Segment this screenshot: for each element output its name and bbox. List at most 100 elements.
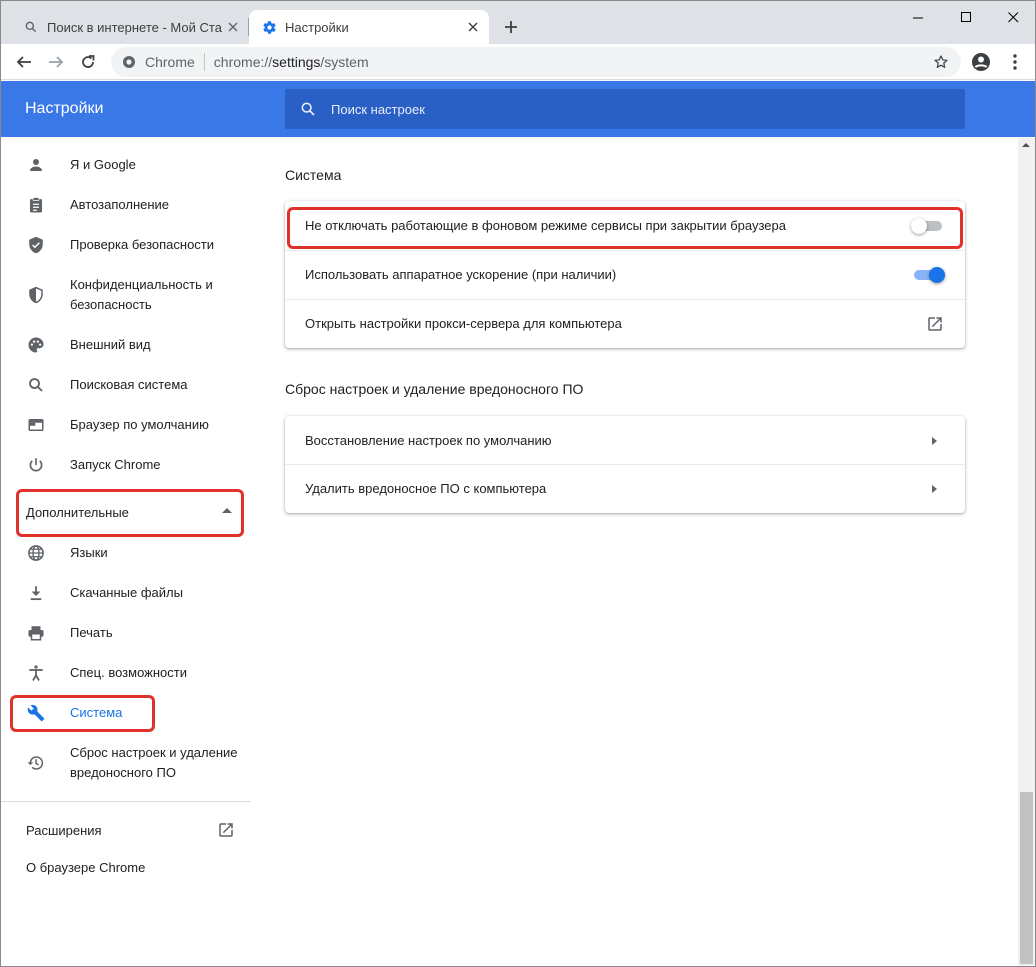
search-icon	[299, 100, 317, 118]
browser-window: Поиск в интернете - Мой Старт Настройки	[0, 0, 1036, 967]
sidebar-item-label: Конфиденциальность и безопасность	[70, 277, 213, 312]
star-icon[interactable]	[933, 54, 949, 70]
setting-row-hardware-acceleration[interactable]: Использовать аппаратное ускорение (при н…	[285, 250, 965, 299]
shield-half-icon	[26, 285, 46, 305]
url-host: settings	[272, 54, 321, 70]
sidebar-item-label: Спец. возможности	[70, 665, 187, 680]
tab-title: Настройки	[285, 19, 349, 35]
url-scheme: chrome://	[213, 54, 273, 70]
accessibility-icon	[26, 663, 46, 683]
search-icon	[26, 375, 46, 395]
power-icon	[26, 455, 46, 475]
sidebar-item-languages[interactable]: Языки	[1, 543, 251, 563]
profile-button[interactable]	[969, 50, 993, 74]
reset-card: Восстановление настроек по умолчанию Уда…	[285, 416, 965, 513]
setting-row-background-apps[interactable]: Не отключать работающие в фоновом режиме…	[285, 201, 965, 250]
sidebar-item-autofill[interactable]: Автозаполнение	[1, 195, 251, 215]
scroll-thumb[interactable]	[1020, 792, 1033, 964]
sidebar-item-label: Я и Google	[70, 157, 136, 172]
reload-icon	[82, 55, 95, 68]
section-title-reset: Сброс настроек и удаление вредоносного П…	[285, 381, 584, 397]
back-button[interactable]	[12, 50, 36, 74]
sidebar-divider	[1, 801, 251, 802]
open-in-new-icon	[217, 821, 235, 839]
tab-search[interactable]: Поиск в интернете - Мой Старт	[1, 10, 249, 44]
sidebar-item-label: Печать	[70, 625, 113, 640]
setting-row-proxy[interactable]: Открыть настройки прокси-сервера для ком…	[285, 299, 965, 348]
setting-row-cleanup[interactable]: Удалить вредоносное ПО с компьютера	[285, 464, 965, 513]
sidebar-item-label: Языки	[70, 545, 108, 560]
sidebar-item-about[interactable]: О браузере Chrome	[26, 860, 145, 875]
scroll-up-arrow-icon[interactable]	[1022, 143, 1030, 147]
new-tab-button[interactable]	[500, 16, 522, 38]
setting-label: Использовать аппаратное ускорение (при н…	[305, 267, 617, 282]
tab-strip: Поиск в интернете - Мой Старт Настройки	[1, 1, 1035, 44]
wrench-icon	[26, 703, 46, 723]
sidebar-item-system[interactable]: Система	[1, 703, 251, 723]
palette-icon	[26, 335, 46, 355]
sidebar-item-label: Запуск Chrome	[70, 457, 161, 472]
minimize-button[interactable]	[895, 1, 941, 33]
page-title: Настройки	[25, 100, 104, 117]
search-input[interactable]	[331, 101, 931, 117]
sidebar-item-extensions[interactable]: Расширения	[26, 820, 240, 840]
sidebar-item-privacy[interactable]: Конфиденциальность и безопасность	[1, 275, 251, 315]
arrow-left-icon	[16, 56, 31, 68]
account-icon	[972, 53, 990, 71]
sidebar-item-label: Сброс настроек и удаление вредоносного П…	[70, 745, 238, 780]
settings-header: Настройки	[1, 81, 1035, 137]
plus-icon	[505, 21, 517, 33]
sidebar-item-reset[interactable]: Сброс настроек и удаление вредоносного П…	[1, 743, 251, 783]
settings-search[interactable]	[285, 89, 965, 129]
tab-title: Поиск в интернете - Мой Старт	[47, 19, 222, 35]
setting-label: Удалить вредоносное ПО с компьютера	[305, 481, 547, 496]
more-vert-icon	[1013, 54, 1017, 70]
sidebar-item-search-engine[interactable]: Поисковая система	[1, 375, 251, 395]
sidebar-item-label: Автозаполнение	[70, 197, 170, 212]
section-title-system: Система	[285, 167, 342, 183]
sidebar-item-accessibility[interactable]: Спец. возможности	[1, 663, 251, 683]
setting-label: Открыть настройки прокси-сервера для ком…	[305, 316, 622, 331]
sidebar-item-label: Поисковая система	[70, 377, 188, 392]
toggle-knob	[911, 217, 927, 234]
menu-button[interactable]	[1003, 50, 1027, 74]
setting-label: Не отключать работающие в фоновом режиме…	[305, 218, 786, 233]
browser-toolbar: Chrome chrome://settings/system	[1, 44, 1035, 80]
globe-icon	[26, 543, 46, 563]
advanced-toggle[interactable]: Дополнительные	[26, 501, 240, 523]
maximize-icon	[960, 11, 971, 22]
omnibox-separator	[203, 53, 205, 71]
close-icon[interactable]	[465, 19, 481, 35]
sidebar-item-default-browser[interactable]: Браузер по умолчанию	[1, 415, 251, 435]
clipboard-icon	[26, 195, 46, 215]
setting-label: Восстановление настроек по умолчанию	[305, 433, 552, 448]
toggle-knob	[929, 266, 945, 283]
sidebar-item-printing[interactable]: Печать	[1, 623, 251, 643]
browser-window-icon	[26, 415, 46, 435]
sidebar-item-appearance[interactable]: Внешний вид	[1, 335, 251, 355]
forward-button[interactable]	[44, 50, 68, 74]
close-window-button[interactable]	[990, 1, 1035, 33]
setting-row-restore-defaults[interactable]: Восстановление настроек по умолчанию	[285, 416, 965, 465]
tab-settings[interactable]: Настройки	[249, 10, 489, 44]
background-apps-toggle[interactable]	[911, 216, 945, 236]
hardware-acceleration-toggle[interactable]	[911, 265, 945, 285]
sidebar-item-on-startup[interactable]: Запуск Chrome	[1, 455, 251, 475]
sidebar-item-label: Внешний вид	[70, 337, 151, 352]
sidebar-item-label: Скачанные файлы	[70, 585, 183, 600]
sidebar-item-you-and-google[interactable]: Я и Google	[1, 155, 251, 175]
sidebar-item-downloads[interactable]: Скачанные файлы	[1, 583, 251, 603]
reload-button[interactable]	[76, 50, 100, 74]
system-card: Не отключать работающие в фоновом режиме…	[285, 201, 965, 348]
sidebar-item-label: Проверка безопасности	[70, 237, 215, 252]
scrollbar[interactable]	[1018, 138, 1035, 966]
close-icon[interactable]	[225, 19, 241, 35]
open-in-new-icon[interactable]	[925, 314, 945, 334]
address-bar[interactable]: Chrome chrome://settings/system	[111, 47, 961, 77]
sidebar-item-label: Браузер по умолчанию	[70, 417, 209, 432]
maximize-button[interactable]	[943, 1, 989, 33]
search-icon	[23, 19, 39, 35]
sidebar-item-safety-check[interactable]: Проверка безопасности	[1, 235, 251, 255]
chevron-up-icon	[222, 508, 232, 513]
person-icon	[26, 155, 46, 175]
